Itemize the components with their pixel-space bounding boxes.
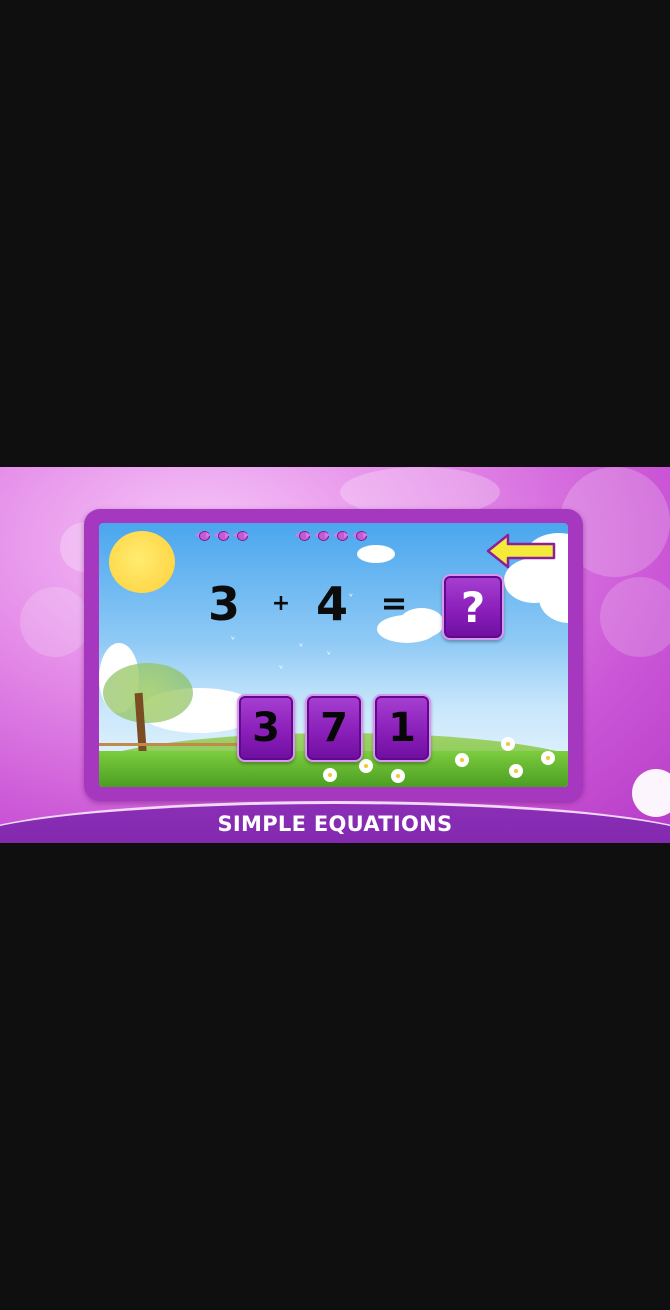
candy-icon [295, 529, 311, 541]
answer-slot[interactable]: ? [442, 574, 504, 640]
equation-equals-sign: = [380, 584, 408, 622]
back-arrow-icon[interactable] [486, 533, 558, 569]
candy-icon [314, 529, 330, 541]
candy-progress-group [195, 529, 249, 545]
tree-crown [103, 663, 193, 723]
game-frame: ᵛ ᵛ ᵛ ᵛ ᵛ 3 + 4 = ? 3 7 1 [84, 509, 583, 801]
flower-icon [393, 771, 403, 781]
equation-operator: + [271, 591, 291, 616]
bokeh-light [600, 577, 670, 657]
flower-icon [503, 739, 513, 749]
flower-icon [457, 755, 467, 765]
equation-operand-1: 3 [207, 577, 240, 631]
flower-icon [543, 753, 553, 763]
bokeh-light [20, 587, 90, 657]
equation-operand-2: 4 [315, 577, 348, 631]
letterbox-top [0, 0, 670, 467]
candy-icon [352, 529, 368, 541]
candy-icon [333, 529, 349, 541]
app-screen: ᵛ ᵛ ᵛ ᵛ ᵛ 3 + 4 = ? 3 7 1 SIMPLE EQUATIO… [0, 0, 670, 1310]
candy-icon [233, 529, 249, 541]
game-scene: ᵛ ᵛ ᵛ ᵛ ᵛ 3 + 4 = ? 3 7 1 [99, 523, 568, 787]
answer-choice-button[interactable]: 7 [305, 694, 363, 762]
flower-icon [511, 766, 521, 776]
answer-choice-button[interactable]: 1 [373, 694, 431, 762]
letterbox-bottom [0, 843, 670, 1310]
candy-icon [214, 529, 230, 541]
flower-icon [325, 770, 335, 780]
banner-title: SIMPLE EQUATIONS [217, 812, 453, 836]
candy-icon [195, 529, 211, 541]
sun-icon [109, 531, 175, 593]
answer-choice-button[interactable]: 3 [237, 694, 295, 762]
candy-progress-group [295, 529, 368, 545]
bird-icon: ᵛ [299, 642, 304, 653]
flower-icon [361, 761, 371, 771]
bird-icon: ᵛ [279, 664, 284, 675]
cloud [357, 545, 395, 563]
promo-screenshot: ᵛ ᵛ ᵛ ᵛ ᵛ 3 + 4 = ? 3 7 1 SIMPLE EQUATIO… [0, 467, 670, 843]
bird-icon: ᵛ [327, 650, 332, 661]
bird-icon: ᵛ [231, 635, 236, 646]
